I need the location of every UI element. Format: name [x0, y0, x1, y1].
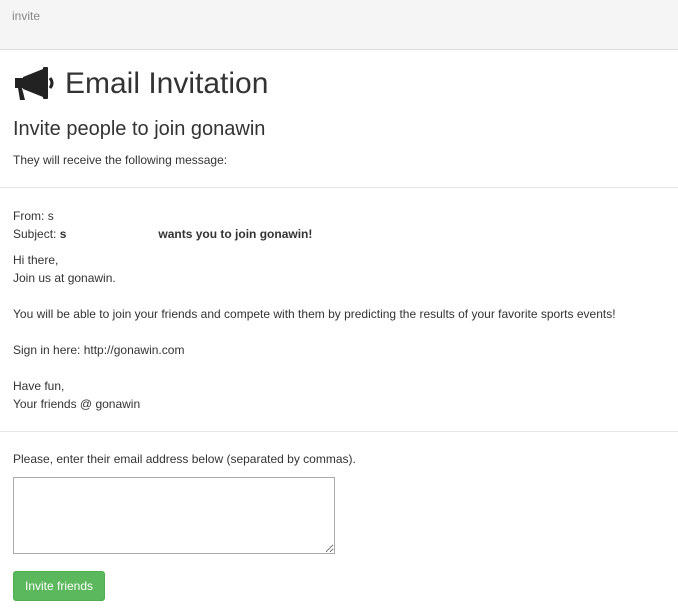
page-header: Email Invitation — [13, 64, 268, 104]
breadcrumb-item-invite: invite — [12, 9, 41, 23]
subject-label: Subject: — [13, 227, 57, 241]
message-join-line: Join us at gonawin. — [13, 271, 116, 285]
emails-textarea[interactable] — [13, 477, 335, 554]
message-from: From: s — [13, 207, 54, 225]
message-body: You will be able to join your friends an… — [13, 307, 616, 321]
emails-label: Please, enter their email address below … — [13, 452, 356, 466]
message-signature: Your friends @ gonawin — [13, 397, 141, 411]
divider — [0, 187, 678, 188]
message-closing: Have fun, — [13, 379, 65, 393]
subject-text: wants you to join gonawin! — [158, 227, 313, 241]
from-label: From: — [13, 209, 45, 223]
megaphone-icon — [15, 67, 54, 100]
divider — [0, 431, 678, 432]
page-subtitle: Invite people to join gonawin — [13, 118, 266, 140]
from-value: s — [47, 209, 54, 223]
page-title: Email Invitation — [65, 67, 269, 100]
message-signin: Sign in here: http://gonawin.com — [13, 343, 185, 357]
message-subject: Subject: s wants you to join gonawin! — [13, 225, 312, 243]
breadcrumb: invite — [0, 0, 678, 50]
subject-name: s — [59, 227, 67, 241]
message-greeting: Hi there, — [13, 253, 59, 267]
invite-friends-button[interactable]: Invite friends — [13, 571, 106, 601]
intro-text: They will receive the following message: — [13, 153, 228, 167]
